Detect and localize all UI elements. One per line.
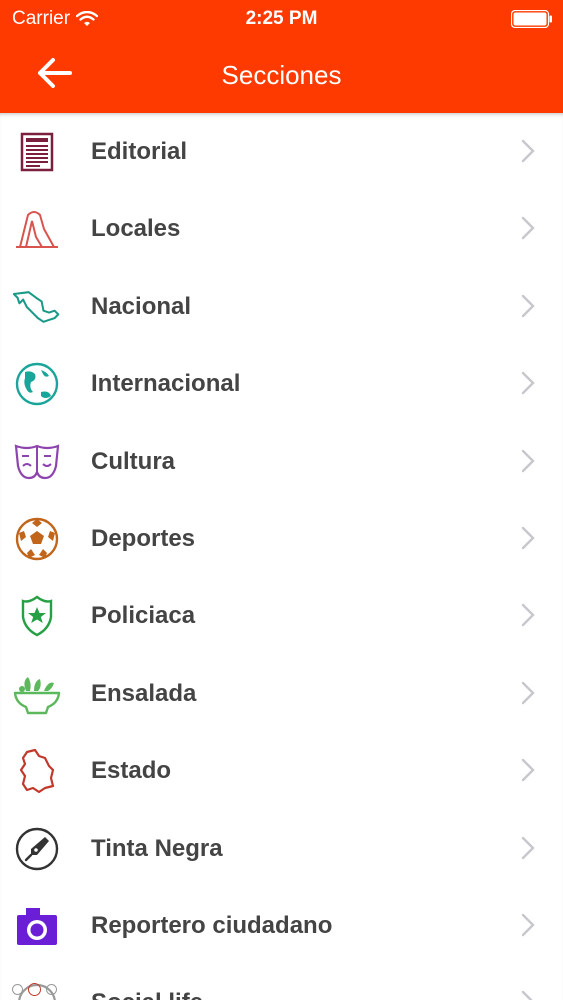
section-label: Deportes bbox=[91, 524, 196, 552]
chevron-right-icon bbox=[521, 991, 533, 1000]
police-badge-icon bbox=[12, 593, 62, 639]
section-row-cultura[interactable]: Cultura bbox=[0, 423, 563, 500]
section-label: Cultura bbox=[91, 447, 175, 475]
state-map-icon bbox=[12, 748, 62, 794]
section-row-estado[interactable]: Estado bbox=[0, 732, 563, 809]
section-row-policiaca[interactable]: Policiaca bbox=[0, 577, 563, 654]
section-label: Social life bbox=[91, 989, 203, 1000]
section-row-deportes[interactable]: Deportes bbox=[0, 500, 563, 577]
section-row-locales[interactable]: Locales bbox=[0, 190, 563, 267]
section-label: Ensalada bbox=[91, 679, 197, 707]
mexico-map-icon bbox=[12, 284, 62, 330]
status-time: 2:25 PM bbox=[245, 8, 318, 29]
chevron-right-icon bbox=[521, 294, 535, 317]
theater-masks-icon bbox=[12, 439, 62, 485]
chevron-right-icon bbox=[521, 758, 535, 782]
dot-icon bbox=[46, 984, 57, 995]
sections-list[interactable]: Editorial Locales Nacional Internacional… bbox=[0, 113, 563, 1000]
section-label: Estado bbox=[91, 757, 172, 785]
camera-icon bbox=[12, 903, 62, 949]
chevron-right-icon bbox=[521, 449, 535, 472]
chevron-right-icon bbox=[521, 217, 535, 240]
section-row-editorial[interactable]: Editorial bbox=[0, 113, 563, 190]
section-row-tinta-negra[interactable]: Tinta Negra bbox=[0, 810, 563, 887]
section-label: Nacional bbox=[91, 292, 192, 320]
soccer-ball-icon bbox=[12, 516, 62, 562]
monument-icon bbox=[12, 206, 62, 252]
top-bar: Carrier 2:25 PM Secciones bbox=[0, 0, 563, 113]
newspaper-icon bbox=[12, 129, 62, 175]
loading-dots bbox=[12, 983, 57, 996]
chevron-right-icon bbox=[521, 139, 535, 163]
status-bar: Carrier 2:25 PM bbox=[0, 0, 563, 38]
globe-icon bbox=[12, 361, 62, 407]
chevron-right-icon bbox=[521, 681, 535, 704]
section-row-reportero-ciudadano[interactable]: Reportero ciudadano bbox=[0, 887, 563, 964]
section-row-social-life[interactable]: Social life bbox=[0, 964, 563, 1000]
dot-icon bbox=[28, 983, 41, 996]
section-label: Tinta Negra bbox=[91, 834, 223, 862]
section-label: Internacional bbox=[91, 370, 241, 398]
chevron-right-icon bbox=[521, 371, 535, 395]
pen-nib-icon bbox=[12, 826, 62, 872]
section-row-nacional[interactable]: Nacional bbox=[0, 268, 563, 345]
battery-icon bbox=[510, 9, 553, 29]
chevron-right-icon bbox=[521, 836, 535, 859]
section-label: Policiaca bbox=[91, 602, 196, 630]
chevron-right-icon bbox=[521, 604, 535, 627]
section-row-internacional[interactable]: Internacional bbox=[0, 345, 563, 422]
section-label: Locales bbox=[91, 215, 181, 243]
salad-bowl-icon bbox=[12, 671, 62, 717]
section-label: Reportero ciudadano bbox=[91, 911, 333, 939]
section-label: Editorial bbox=[91, 138, 188, 165]
section-row-ensalada[interactable]: Ensalada bbox=[0, 655, 563, 732]
dot-icon bbox=[12, 984, 23, 995]
navigation-bar: Secciones bbox=[0, 38, 563, 113]
chevron-right-icon bbox=[521, 526, 535, 550]
page-title: Secciones bbox=[221, 60, 342, 90]
chevron-right-icon bbox=[521, 913, 535, 937]
